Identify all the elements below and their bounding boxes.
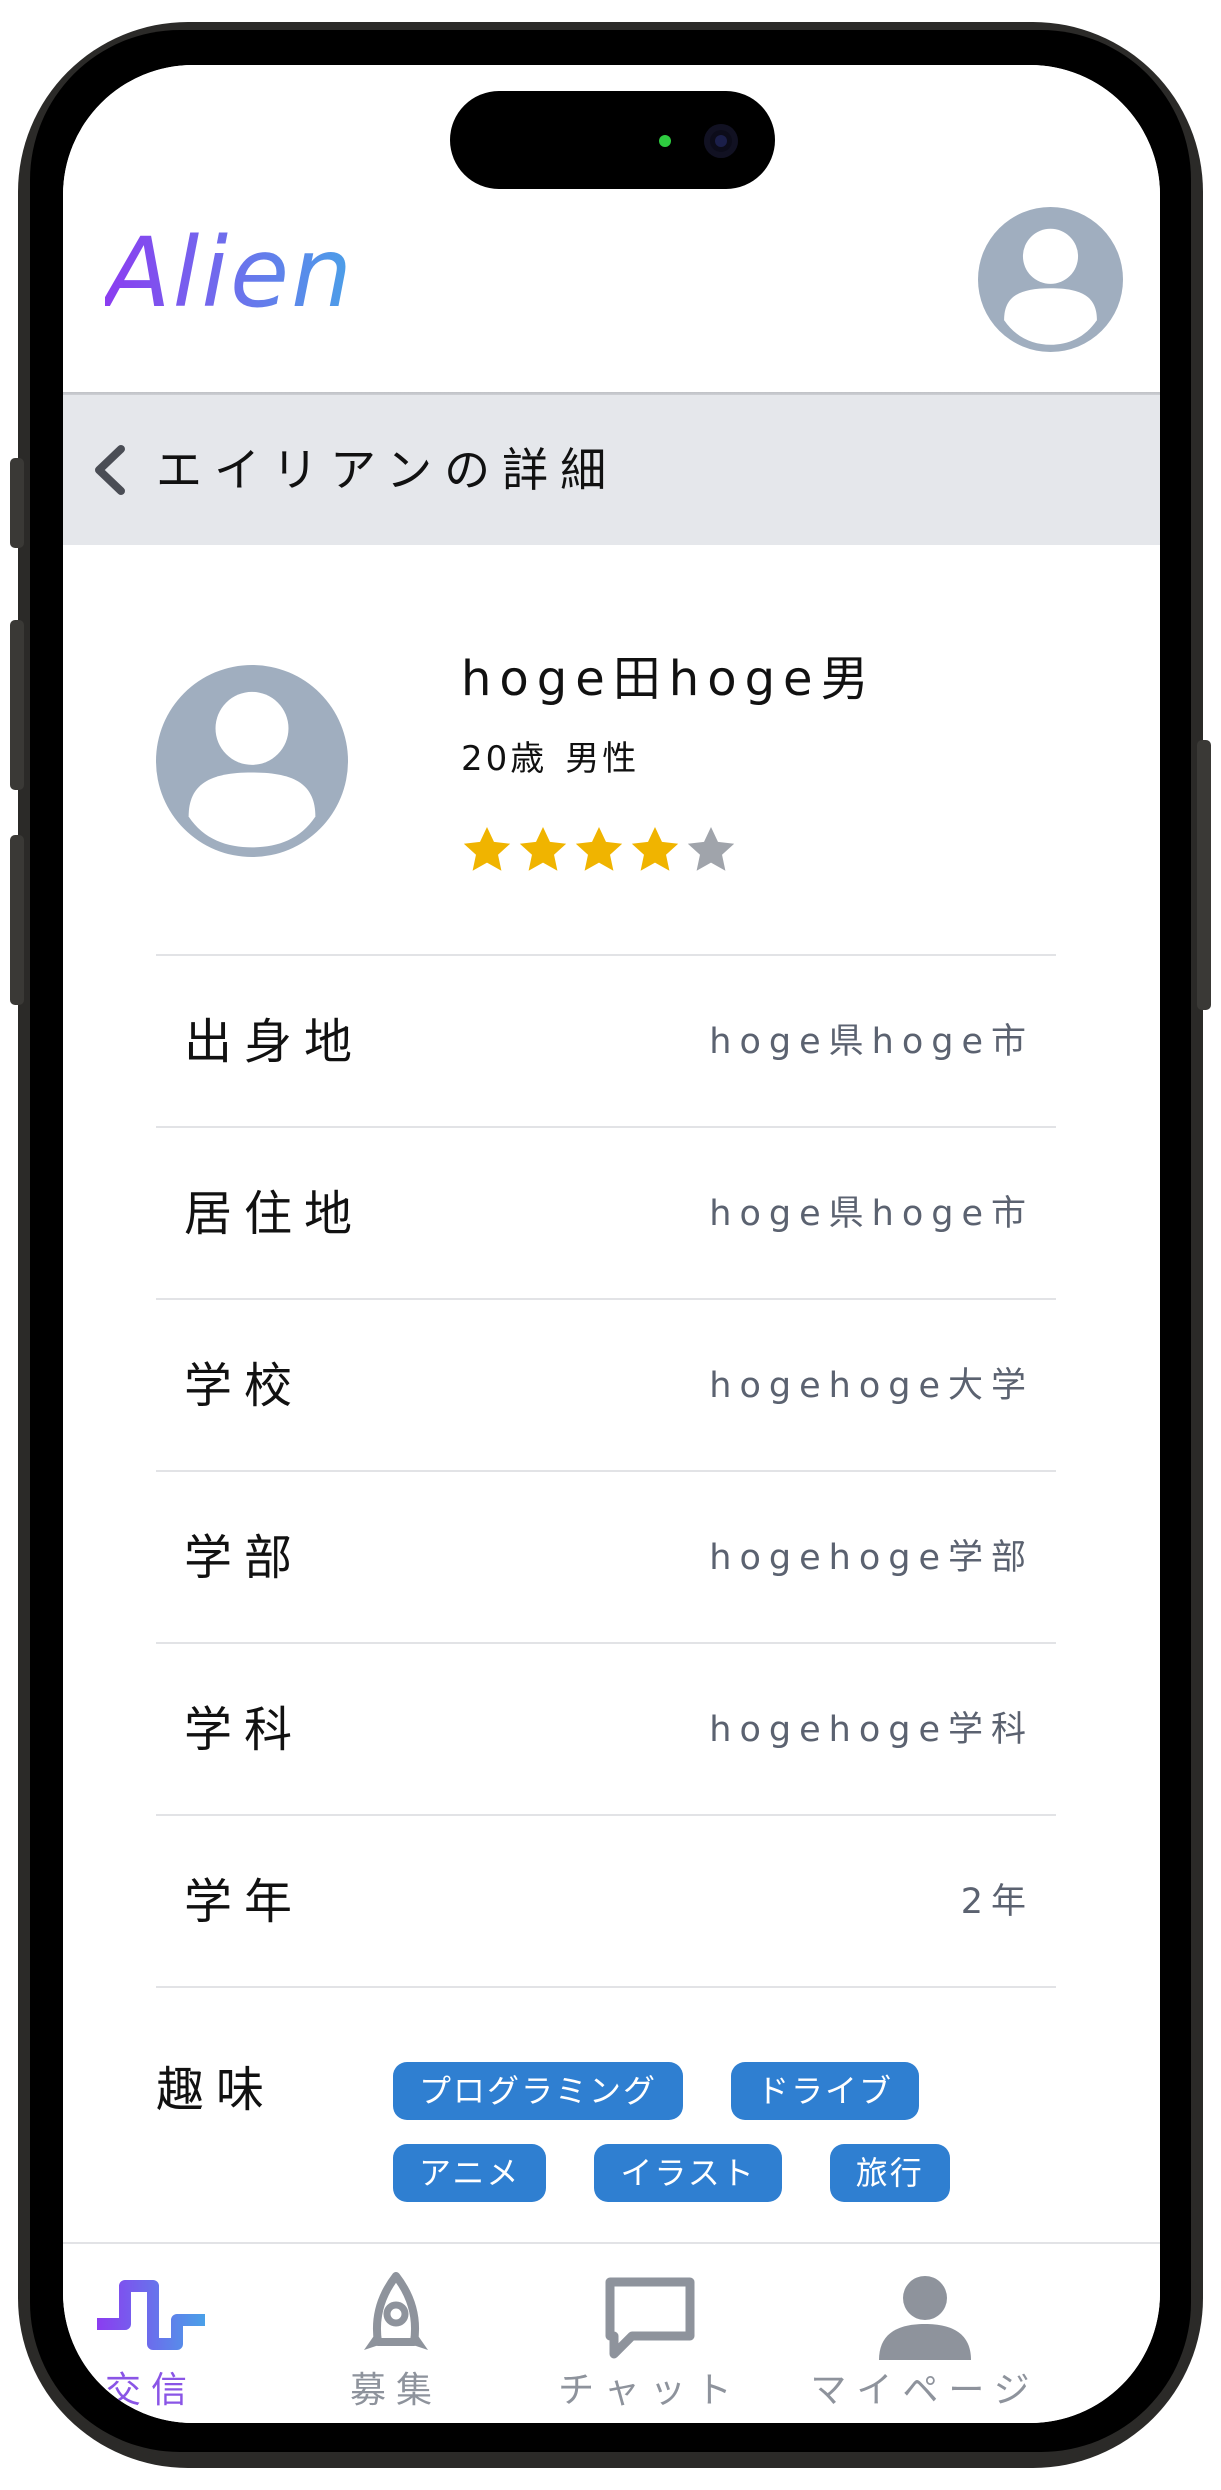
user-avatar-icon[interactable] xyxy=(978,207,1123,352)
indicator-dot xyxy=(659,135,671,147)
info-row: 出身地 hoge県hoge市 xyxy=(156,954,1056,1126)
hobby-tag: ドライブ xyxy=(731,2062,920,2120)
hobby-tag: アニメ xyxy=(393,2144,547,2202)
star-filled-icon xyxy=(631,827,679,871)
hobby-tag: イラスト xyxy=(594,2144,782,2202)
front-camera xyxy=(704,124,738,158)
profile-age: 20歳 xyxy=(461,739,548,779)
info-value: hoge県hoge市 xyxy=(709,1022,1034,1062)
volume-up-button xyxy=(10,620,24,790)
tab-koushin[interactable]: 交信 xyxy=(63,2272,281,2422)
power-button xyxy=(1197,740,1211,1010)
chat-bubble-icon xyxy=(605,2277,695,2359)
tab-boshuu[interactable]: 募集 xyxy=(266,2272,526,2422)
screen: Alien エイリアンの詳細 hoge田hoge男 20歳 男性 出身地 hoge県… xyxy=(63,65,1160,2423)
info-list: 出身地 hoge県hoge市 居住地 hoge県hoge市 学校 hogehoge大学 学部… xyxy=(156,954,1056,1988)
info-label: 学校 xyxy=(184,1358,305,1414)
rocket-icon xyxy=(364,2272,428,2350)
tab-mypage[interactable]: マイページ xyxy=(795,2272,1055,2422)
profile-gender: 男性 xyxy=(565,739,640,779)
info-value: hogehoge大学 xyxy=(709,1366,1034,1406)
hobby-label: 趣味 xyxy=(156,2062,277,2118)
info-value: 2年 xyxy=(960,1882,1034,1922)
hobby-tags: プログラミング ドライブアニメ イラスト 旅行 xyxy=(393,2062,1013,2226)
info-row: 学校 hogehoge大学 xyxy=(156,1298,1056,1470)
bottom-tab-bar: 交信 募集 チャット マイページ xyxy=(63,2242,1160,2423)
hobby-tag: 旅行 xyxy=(829,2144,950,2202)
info-row: 居住地 hoge県hoge市 xyxy=(156,1126,1056,1298)
info-row: 学部 hogehoge学部 xyxy=(156,1470,1056,1642)
star-filled-icon xyxy=(463,827,511,871)
app-logo[interactable]: Alien xyxy=(105,225,354,321)
star-filled-icon xyxy=(575,827,623,871)
tab-label: 交信 xyxy=(104,2370,197,2411)
tab-chat[interactable]: チャット xyxy=(520,2272,780,2422)
signal-wave-icon xyxy=(97,2280,205,2350)
info-label: 出身地 xyxy=(184,1014,365,1070)
star-filled-icon xyxy=(519,827,567,871)
volume-down-button xyxy=(10,835,24,1005)
profile-name: hoge田hoge男 xyxy=(461,651,877,707)
info-value: hogehoge学部 xyxy=(709,1538,1034,1578)
info-row: 学科 hogehoge学科 xyxy=(156,1642,1056,1814)
page-title: エイリアンの詳細 xyxy=(156,443,619,497)
info-label: 学部 xyxy=(184,1530,305,1586)
star-empty-icon xyxy=(687,827,735,871)
info-label: 居住地 xyxy=(184,1186,365,1242)
title-bar: エイリアンの詳細 xyxy=(63,395,1160,545)
dynamic-island xyxy=(450,91,775,189)
info-row: 学年 2年 xyxy=(156,1814,1056,1988)
person-icon xyxy=(879,2276,971,2360)
action-button xyxy=(10,458,24,548)
info-value: hogehoge学科 xyxy=(709,1710,1034,1750)
hobby-tag: プログラミング xyxy=(393,2062,684,2120)
info-label: 学科 xyxy=(184,1702,305,1758)
info-label: 学年 xyxy=(184,1874,305,1930)
profile-avatar-icon xyxy=(156,665,348,857)
rating-stars xyxy=(460,823,740,877)
tab-label: 募集 xyxy=(349,2370,442,2411)
profile-meta: 20歳 男性 xyxy=(461,737,657,781)
info-value: hoge県hoge市 xyxy=(709,1194,1034,1234)
tab-label: チャット xyxy=(558,2370,742,2411)
chevron-left-icon[interactable] xyxy=(85,443,135,497)
tab-label: マイページ xyxy=(810,2370,1040,2411)
